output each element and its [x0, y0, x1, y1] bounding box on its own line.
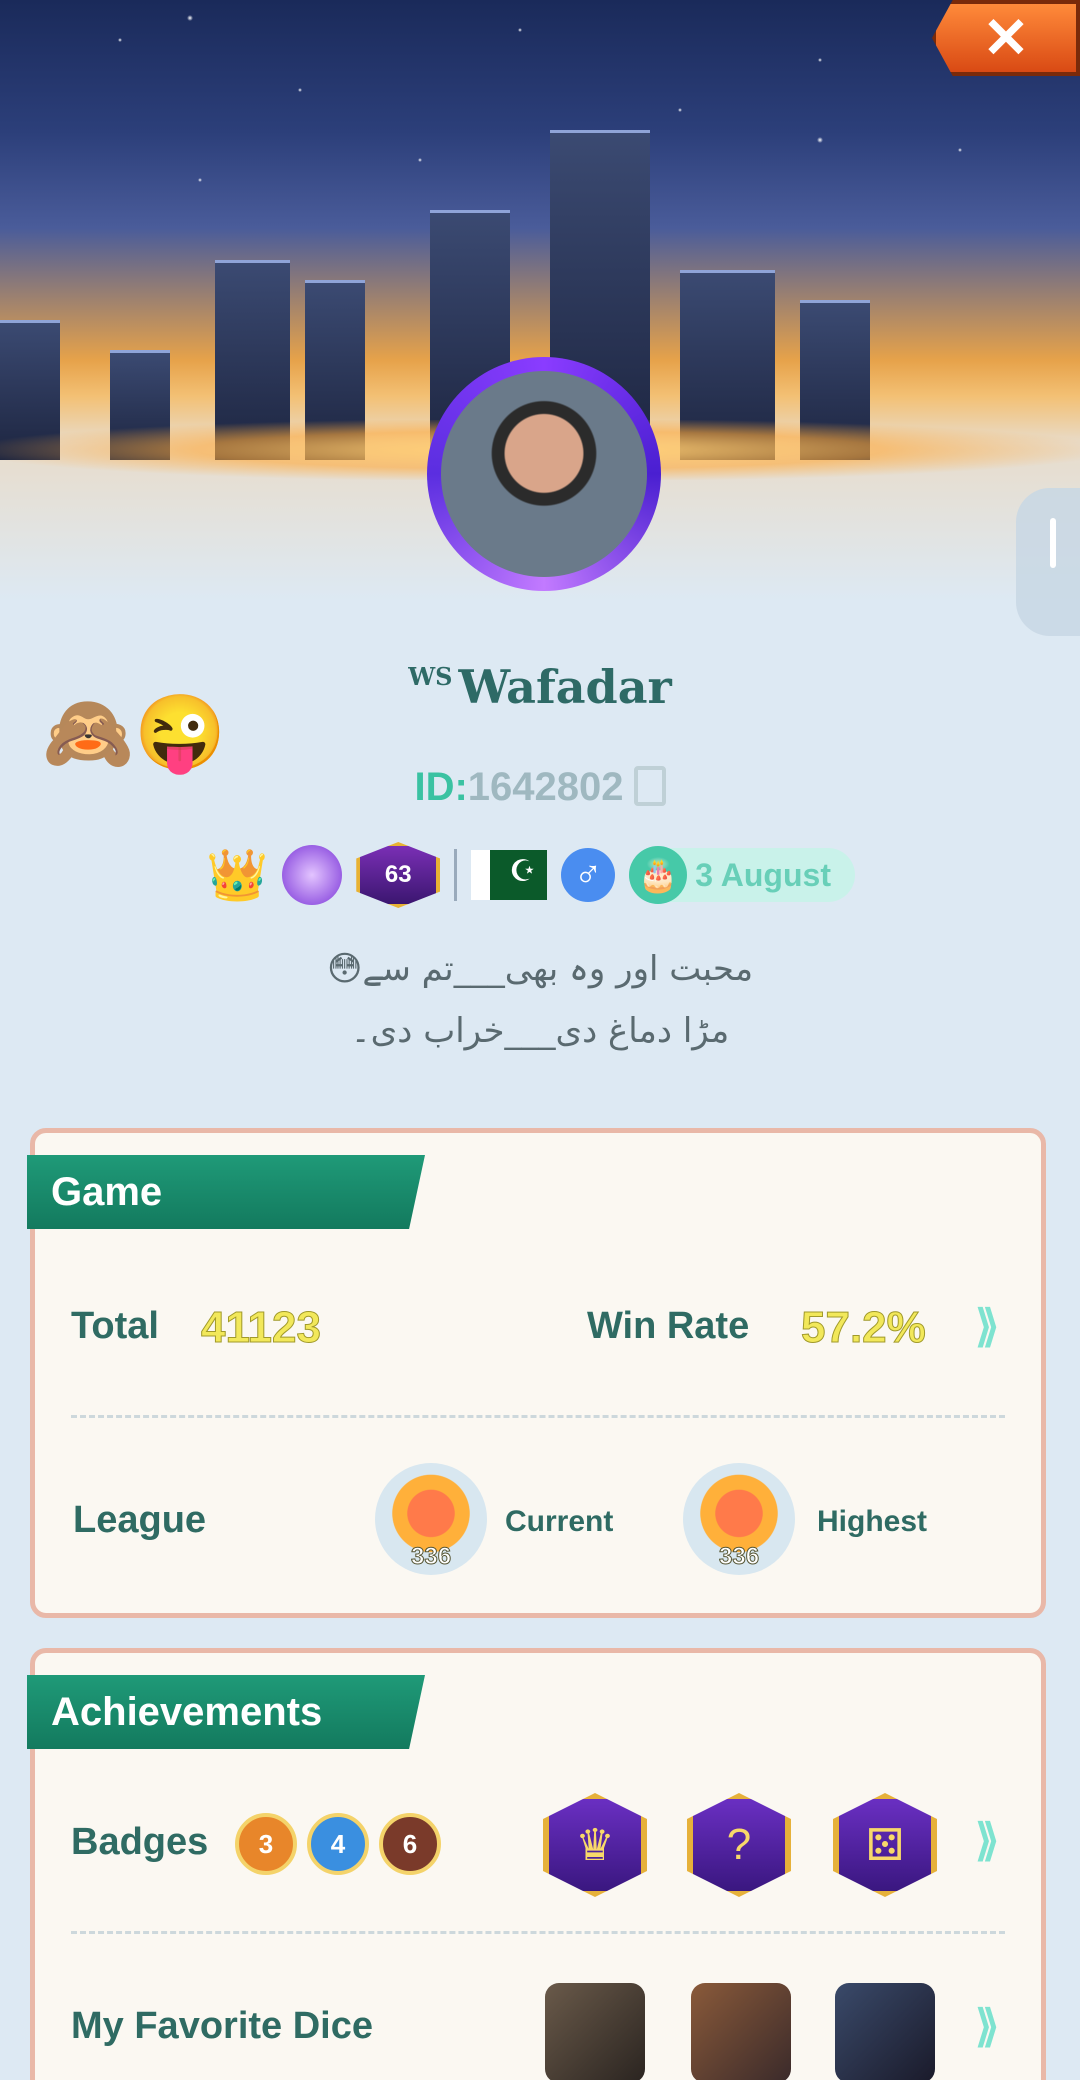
crown-hex-badge-icon[interactable]: ♛: [543, 1793, 647, 1897]
crown-icon[interactable]: 👑: [206, 846, 268, 905]
blue-badge-count: 4: [307, 1813, 369, 1875]
birthday-tag: 🎂 3 August: [629, 846, 855, 904]
dice-arrow-icon[interactable]: ⟫: [975, 2001, 999, 2052]
current-label: Current: [505, 1505, 614, 1538]
side-pull-tab[interactable]: [1016, 488, 1080, 636]
male-gender-icon: ♂: [561, 848, 616, 902]
profile-tags: 👑 63 ♂ 🎂 3 August: [206, 842, 855, 908]
bio-line: مڑا دماغ دی___خراب دی۔: [350, 1011, 730, 1051]
username-prefix: WS: [408, 662, 453, 691]
divider: [71, 1415, 1005, 1418]
bio: 😳محبت اور وہ بھی___تم سے مڑا دماغ دی___خ…: [0, 938, 1080, 1062]
cake-icon: 🎂: [629, 846, 688, 904]
id-value: 1642802: [467, 765, 624, 809]
league-label: League: [73, 1499, 207, 1541]
winrate-value: 57.2%: [801, 1303, 927, 1353]
mystery-hex-badge-icon[interactable]: ?: [687, 1793, 791, 1897]
bronze-badge-count: 3: [235, 1813, 297, 1875]
winrate-label: Win Rate: [587, 1305, 750, 1347]
avatar: [441, 371, 647, 577]
game-title: Game: [27, 1155, 425, 1229]
total-label: Total: [71, 1305, 159, 1347]
close-button[interactable]: ✕: [932, 0, 1080, 76]
total-value: 41123: [201, 1303, 322, 1353]
close-x-icon: ✕: [982, 6, 1030, 69]
highest-league-points: 336: [718, 1543, 760, 1571]
achievements-card: Achievements Badges 3 4 6 ♛ ? ⚄ ⟫ My Fav…: [27, 1648, 1046, 2080]
dice-item[interactable]: [835, 1983, 935, 2080]
game-card: Game Total 41123 Win Rate 57.2% ⟫ League…: [27, 1128, 1046, 1618]
highest-label: Highest: [817, 1505, 928, 1538]
wing-emblem-icon[interactable]: [282, 845, 343, 905]
level-value: 63: [384, 861, 412, 888]
dice-item[interactable]: [545, 1983, 645, 2080]
brown-badge-count: 6: [379, 1813, 441, 1875]
pakistan-flag-icon: [471, 850, 548, 900]
divider: [454, 849, 458, 901]
game-stats-arrow-icon[interactable]: ⟫: [975, 1301, 999, 1352]
badges-arrow-icon[interactable]: ⟫: [975, 1815, 999, 1866]
current-league-points: 336: [410, 1543, 452, 1571]
current-league-medal[interactable]: 336: [375, 1463, 487, 1575]
level-badge[interactable]: 63: [356, 842, 441, 908]
highest-league-medal[interactable]: 336: [683, 1463, 795, 1575]
bio-line: 😳محبت اور وہ بھی___تم سے: [326, 949, 754, 989]
username: WS Wafadar: [0, 660, 1080, 714]
user-id: ID:1642802: [0, 765, 1080, 810]
birthday-text: 3 August: [695, 856, 831, 893]
id-label: ID:: [414, 765, 468, 809]
achievements-title: Achievements: [27, 1675, 425, 1749]
badges-label: Badges: [71, 1821, 209, 1863]
copy-icon[interactable]: [633, 766, 666, 806]
favorite-dice-label: My Favorite Dice: [71, 2005, 373, 2047]
divider: [71, 1931, 1005, 1934]
avatar-frame[interactable]: [427, 357, 661, 591]
dice-item[interactable]: [691, 1983, 791, 2080]
username-text: Wafadar: [458, 660, 672, 714]
badge-counts: 3 4 6: [235, 1813, 455, 1875]
dice-hex-badge-icon[interactable]: ⚄: [833, 1793, 937, 1897]
